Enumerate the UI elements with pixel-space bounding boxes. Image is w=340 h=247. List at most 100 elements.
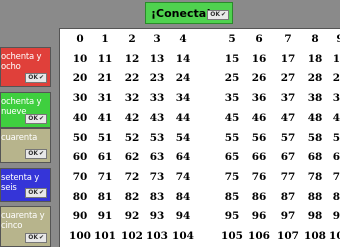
number-cell[interactable]: 62 — [125, 151, 140, 163]
number-cell[interactable]: 49 — [333, 112, 340, 124]
answer-button-4[interactable]: setenta y seis OK ✔ — [0, 168, 51, 202]
number-cell[interactable]: 36 — [252, 92, 267, 104]
number-cell[interactable]: 82 — [125, 191, 140, 203]
number-cell[interactable]: 69 — [333, 151, 340, 163]
number-cell[interactable]: 76 — [252, 171, 267, 183]
number-cell[interactable]: 88 — [308, 191, 323, 203]
number-cell[interactable]: 51 — [98, 132, 113, 144]
number-cell[interactable]: 42 — [125, 112, 140, 124]
number-cell[interactable]: 7 — [284, 33, 291, 45]
number-cell[interactable]: 39 — [333, 92, 340, 104]
number-cell[interactable]: 80 — [73, 191, 88, 203]
number-cell[interactable]: 48 — [308, 112, 323, 124]
answer-button-2[interactable]: ochenta y nueve OK ✔ — [0, 92, 51, 128]
number-cell[interactable]: 101 — [94, 230, 116, 242]
number-cell[interactable]: 45 — [225, 112, 240, 124]
number-cell[interactable]: 0 — [76, 33, 83, 45]
number-cell[interactable]: 8 — [311, 33, 318, 45]
number-cell[interactable]: 6 — [255, 33, 262, 45]
answer-button-3[interactable]: cuarenta OK ✔ — [0, 128, 51, 163]
connect-button[interactable]: ¡Conecta! OK ✔ — [145, 2, 233, 24]
number-cell[interactable]: 1 — [101, 33, 108, 45]
number-cell[interactable]: 29 — [333, 72, 340, 84]
number-cell[interactable]: 13 — [150, 53, 165, 65]
number-cell[interactable]: 99 — [333, 210, 340, 222]
number-cell[interactable]: 46 — [252, 112, 267, 124]
number-cell[interactable]: 108 — [304, 230, 326, 242]
number-cell[interactable]: 31 — [98, 92, 113, 104]
number-cell[interactable]: 79 — [333, 171, 340, 183]
number-cell[interactable]: 20 — [73, 72, 88, 84]
number-cell[interactable]: 35 — [225, 92, 240, 104]
number-cell[interactable]: 33 — [150, 92, 165, 104]
number-cell[interactable]: 19 — [333, 53, 340, 65]
number-cell[interactable]: 73 — [150, 171, 165, 183]
number-cell[interactable]: 97 — [281, 210, 296, 222]
number-cell[interactable]: 63 — [150, 151, 165, 163]
number-cell[interactable]: 103 — [146, 230, 168, 242]
number-cell[interactable]: 68 — [308, 151, 323, 163]
number-cell[interactable]: 59 — [333, 132, 340, 144]
number-cell[interactable]: 21 — [98, 72, 113, 84]
number-cell[interactable]: 74 — [176, 171, 191, 183]
number-cell[interactable]: 44 — [176, 112, 191, 124]
number-cell[interactable]: 22 — [125, 72, 140, 84]
number-cell[interactable]: 106 — [248, 230, 270, 242]
number-cell[interactable]: 98 — [308, 210, 323, 222]
number-cell[interactable]: 58 — [308, 132, 323, 144]
number-cell[interactable]: 75 — [225, 171, 240, 183]
number-cell[interactable]: 12 — [125, 53, 140, 65]
number-cell[interactable]: 11 — [98, 53, 113, 65]
number-cell[interactable]: 37 — [281, 92, 296, 104]
number-cell[interactable]: 85 — [225, 191, 240, 203]
number-cell[interactable]: 109 — [329, 230, 340, 242]
number-cell[interactable]: 5 — [228, 33, 235, 45]
number-cell[interactable]: 87 — [281, 191, 296, 203]
number-cell[interactable]: 64 — [176, 151, 191, 163]
number-cell[interactable]: 90 — [73, 210, 88, 222]
number-cell[interactable]: 32 — [125, 92, 140, 104]
number-cell[interactable]: 81 — [98, 191, 113, 203]
number-cell[interactable]: 4 — [179, 33, 186, 45]
number-cell[interactable]: 43 — [150, 112, 165, 124]
number-cell[interactable]: 57 — [281, 132, 296, 144]
number-cell[interactable]: 25 — [225, 72, 240, 84]
number-cell[interactable]: 3 — [153, 33, 160, 45]
answer-button-1[interactable]: ochenta y ocho OK ✔ — [0, 47, 51, 87]
number-cell[interactable]: 27 — [281, 72, 296, 84]
answer-button-5[interactable]: cuarenta y cinco OK ✔ — [0, 206, 51, 247]
number-cell[interactable]: 38 — [308, 92, 323, 104]
number-cell[interactable]: 77 — [281, 171, 296, 183]
number-cell[interactable]: 15 — [225, 53, 240, 65]
number-cell[interactable]: 16 — [252, 53, 267, 65]
number-cell[interactable]: 60 — [73, 151, 88, 163]
number-cell[interactable]: 104 — [172, 230, 194, 242]
number-cell[interactable]: 93 — [150, 210, 165, 222]
number-cell[interactable]: 65 — [225, 151, 240, 163]
number-cell[interactable]: 92 — [125, 210, 140, 222]
number-cell[interactable]: 52 — [125, 132, 140, 144]
number-cell[interactable]: 78 — [308, 171, 323, 183]
number-cell[interactable]: 47 — [281, 112, 296, 124]
number-cell[interactable]: 50 — [73, 132, 88, 144]
number-cell[interactable]: 61 — [98, 151, 113, 163]
number-cell[interactable]: 17 — [281, 53, 296, 65]
number-cell[interactable]: 105 — [221, 230, 243, 242]
number-cell[interactable]: 72 — [125, 171, 140, 183]
number-cell[interactable]: 66 — [252, 151, 267, 163]
number-cell[interactable]: 24 — [176, 72, 191, 84]
number-cell[interactable]: 10 — [73, 53, 88, 65]
number-cell[interactable]: 14 — [176, 53, 191, 65]
number-cell[interactable]: 70 — [73, 171, 88, 183]
number-cell[interactable]: 54 — [176, 132, 191, 144]
number-cell[interactable]: 84 — [176, 191, 191, 203]
number-cell[interactable]: 86 — [252, 191, 267, 203]
number-cell[interactable]: 95 — [225, 210, 240, 222]
number-cell[interactable]: 18 — [308, 53, 323, 65]
number-cell[interactable]: 100 — [69, 230, 91, 242]
number-cell[interactable]: 96 — [252, 210, 267, 222]
number-cell[interactable]: 94 — [176, 210, 191, 222]
number-cell[interactable]: 89 — [333, 191, 340, 203]
number-cell[interactable]: 53 — [150, 132, 165, 144]
number-cell[interactable]: 34 — [176, 92, 191, 104]
